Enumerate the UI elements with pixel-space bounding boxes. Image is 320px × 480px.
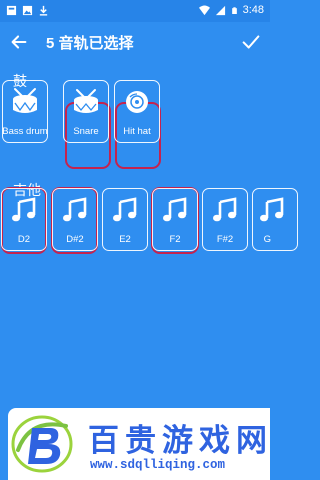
- status-time: 3:48: [242, 4, 264, 16]
- music-note-icon: [213, 197, 237, 222]
- track-tile-e2[interactable]: E2: [102, 188, 148, 251]
- track-tile-f2[interactable]: F2: [152, 188, 198, 251]
- track-label: Bass drum: [2, 126, 48, 137]
- track-tile-f-sharp-2[interactable]: F#2: [202, 188, 248, 251]
- watermark-url: www.sdqlliqing.com: [90, 458, 226, 472]
- arrow-left-icon[interactable]: [8, 31, 30, 53]
- track-tile-bass-drum[interactable]: Bass drum: [2, 80, 48, 143]
- notification-box-icon: [6, 5, 17, 16]
- snare-drum-icon: [74, 89, 98, 113]
- music-note-icon: [260, 197, 284, 222]
- music-note-icon: [12, 197, 36, 222]
- track-label: Snare: [73, 126, 99, 137]
- hi-hat-icon: [126, 91, 148, 113]
- track-tile-d-sharp-2[interactable]: D#2: [52, 188, 98, 251]
- image-icon: [22, 5, 33, 16]
- track-tile-g[interactable]: G: [252, 188, 298, 251]
- cellular-signal-icon: [215, 5, 225, 15]
- watermark-logo-icon: [11, 415, 73, 473]
- music-note-icon: [63, 197, 87, 222]
- track-label: D2: [17, 234, 31, 245]
- track-label: F#2: [216, 234, 234, 245]
- track-tile-d2[interactable]: D2: [1, 188, 47, 251]
- track-label: E2: [119, 234, 131, 245]
- track-label: Hit hat: [123, 126, 151, 137]
- battery-icon: [231, 6, 237, 14]
- download-icon: [39, 5, 48, 16]
- track-label: F2: [169, 234, 181, 245]
- checkmark-icon[interactable]: [240, 31, 262, 53]
- track-label: G: [263, 234, 271, 245]
- status-bar: 3:48: [0, 0, 270, 22]
- watermark-title: 百贵游戏网: [88, 423, 273, 458]
- music-note-icon: [163, 197, 187, 222]
- track-tile-hit-hat[interactable]: Hit hat: [114, 80, 160, 143]
- status-left-icons: [6, 5, 49, 16]
- wifi-icon: [198, 4, 210, 15]
- bass-drum-icon: [13, 88, 37, 113]
- music-note-icon: [113, 197, 137, 222]
- page-title: 5 音轨已选择: [46, 35, 134, 52]
- track-tile-snare[interactable]: Snare: [63, 80, 109, 143]
- app-bar: 5 音轨已选择: [0, 22, 270, 60]
- status-right-icons: 3:48: [198, 4, 264, 16]
- watermark-banner: 百贵游戏网 www.sdqlliqing.com: [8, 408, 270, 480]
- track-label: D#2: [66, 234, 84, 245]
